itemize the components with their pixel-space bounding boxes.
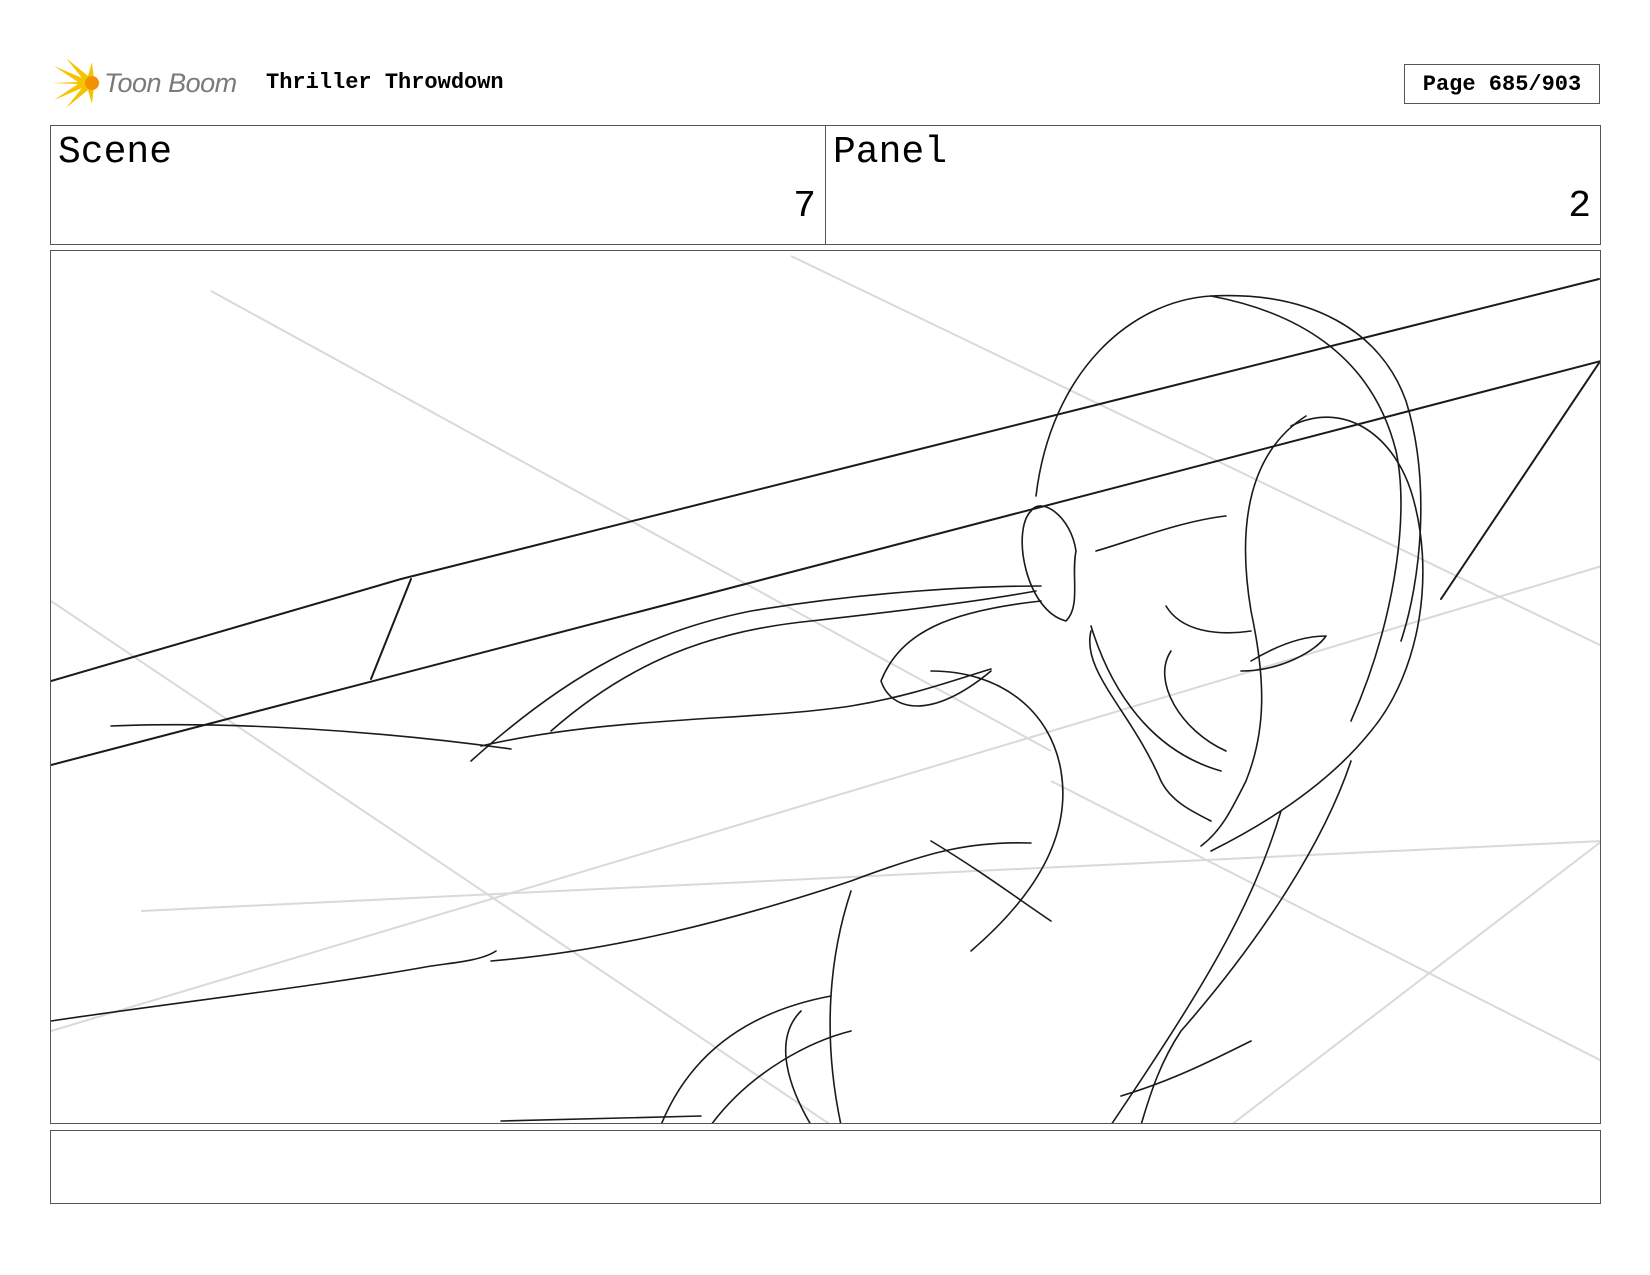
scene-number: 7 — [793, 185, 816, 228]
page-indicator: Page 685/903 — [1404, 64, 1600, 104]
panel-number: 2 — [1568, 185, 1591, 228]
brand-name: Toon Boom — [104, 67, 237, 98]
panel-label: Panel — [833, 131, 948, 174]
toon-boom-starburst-icon — [52, 58, 100, 108]
project-title: Thriller Throwdown — [266, 70, 504, 95]
character-sketch — [51, 294, 1424, 1123]
toon-boom-logo: Toon Boom — [52, 56, 252, 110]
panel-notes — [50, 1130, 1601, 1204]
panel-cell: Panel 2 — [825, 126, 1600, 244]
scene-label: Scene — [58, 131, 173, 174]
storyboard-panel — [50, 250, 1601, 1124]
sword-blade — [51, 278, 1600, 766]
scene-panel-info: Scene 7 Panel 2 — [50, 125, 1601, 245]
panel-sketch — [51, 255, 1600, 1123]
scene-cell: Scene 7 — [51, 126, 825, 244]
